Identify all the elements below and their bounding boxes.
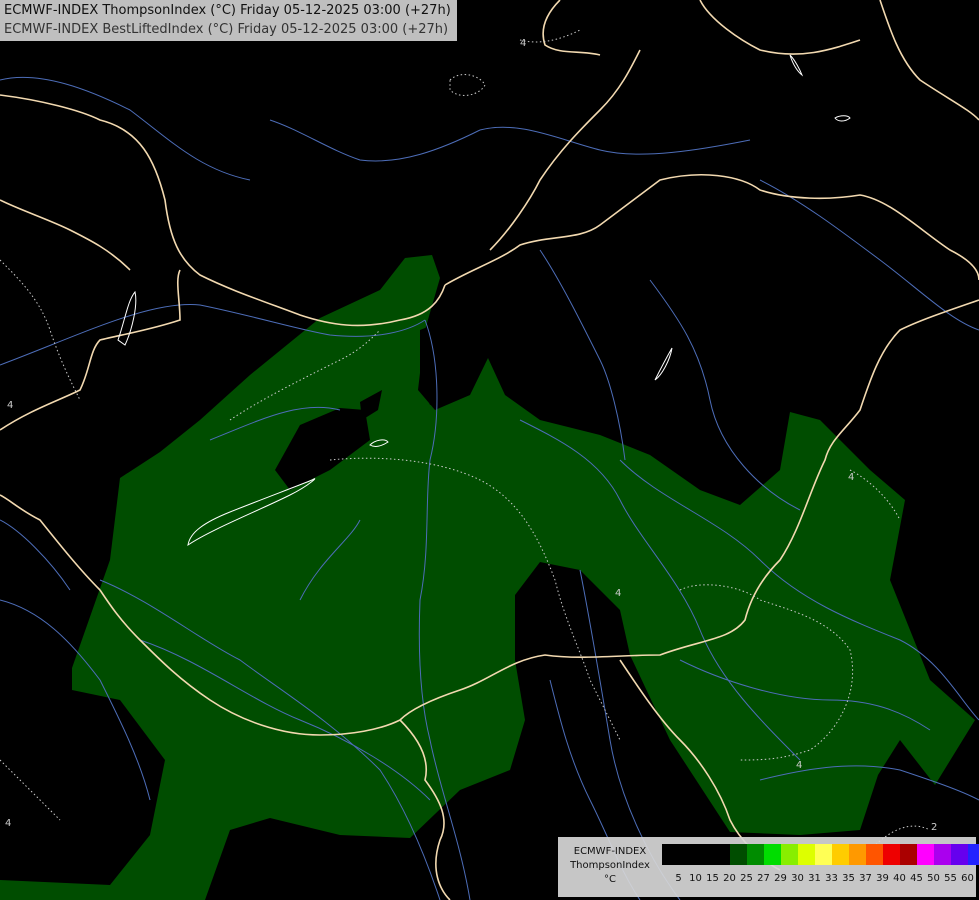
legend-unit: °C [604,874,616,885]
legend-swatch [713,844,730,865]
legend-swatch [832,844,849,865]
contour-label: 4 [520,38,526,49]
legend-tick-label: 10 [689,873,702,884]
legend-swatch [900,844,917,865]
legend-tick-label: 30 [791,873,804,884]
legend-tick-label: 45 [910,873,923,884]
legend-source: ECMWF-INDEX [573,846,647,857]
legend-tick-label: 27 [757,873,770,884]
legend-color-bar [662,844,979,865]
legend-swatch [730,844,747,865]
legend-swatch [679,844,696,865]
legend-tick-label: 55 [944,873,957,884]
legend-swatch [917,844,934,865]
legend-swatch [883,844,900,865]
title-best-lifted-index: ECMWF-INDEX BestLiftedIndex (°C) Friday … [4,22,449,37]
color-legend: ECMWF-INDEX ThompsonIndex °C 5 10 15 20 25 27… [558,837,979,897]
legend-swatch [951,844,968,865]
contour-label: 4 [615,588,621,599]
legend-parameter: ThompsonIndex [570,860,650,871]
contour-label: 4 [796,760,802,771]
legend-tick-label: 31 [808,873,821,884]
map-title: ECMWF-INDEX ThompsonIndex (°C) Friday 05… [0,0,457,41]
legend-tick-label: 29 [774,873,787,884]
legend-swatch [662,844,679,865]
legend-tick-label: 39 [876,873,889,884]
legend-tick-label: 35 [842,873,855,884]
legend-tick-label: 37 [859,873,872,884]
title-thompson-index: ECMWF-INDEX ThompsonIndex (°C) Friday 05… [4,3,451,18]
contour-label: 4 [848,472,854,483]
legend-tick-label: 5 [675,873,682,884]
legend-swatch [849,844,866,865]
legend-tick-label: 20 [723,873,736,884]
weather-map: 4 4 4 4 4 2 4 [0,0,979,900]
contour-label: 4 [5,818,11,829]
legend-swatch [696,844,713,865]
legend-tick-label: 60 [961,873,974,884]
legend-swatch [815,844,832,865]
legend-tick-label: 33 [825,873,838,884]
legend-labels: ECMWF-INDEX ThompsonIndex °C [562,845,658,887]
legend-ticks: 5 10 15 20 25 27 29 30 31 33 35 37 39 40 45 50 55 60 [662,873,976,884]
legend-swatch [934,844,951,865]
legend-swatch [764,844,781,865]
contour-label: 4 [7,400,13,411]
legend-tick-label: 25 [740,873,753,884]
legend-tick-label: 40 [893,873,906,884]
legend-tick-label: 15 [706,873,719,884]
legend-swatch [798,844,815,865]
legend-swatch [747,844,764,865]
legend-tick-label: 50 [927,873,940,884]
legend-swatch [866,844,883,865]
contour-label: 2 [931,822,937,833]
legend-swatch [968,844,979,865]
legend-swatch [781,844,798,865]
